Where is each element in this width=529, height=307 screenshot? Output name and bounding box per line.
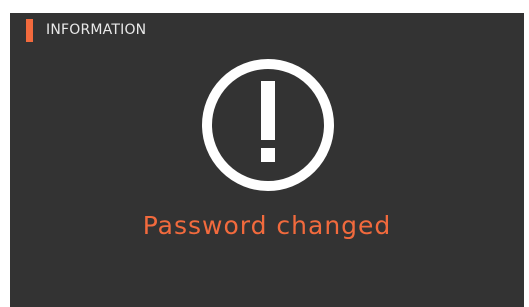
- header-accent-bar: [26, 18, 33, 42]
- dialog-header: INFORMATION: [26, 18, 146, 42]
- status-message: Password changed: [142, 211, 392, 240]
- information-dialog: INFORMATION Password changed: [10, 13, 524, 307]
- dialog-title: INFORMATION: [46, 22, 147, 38]
- exclamation-circle-icon: [202, 59, 334, 191]
